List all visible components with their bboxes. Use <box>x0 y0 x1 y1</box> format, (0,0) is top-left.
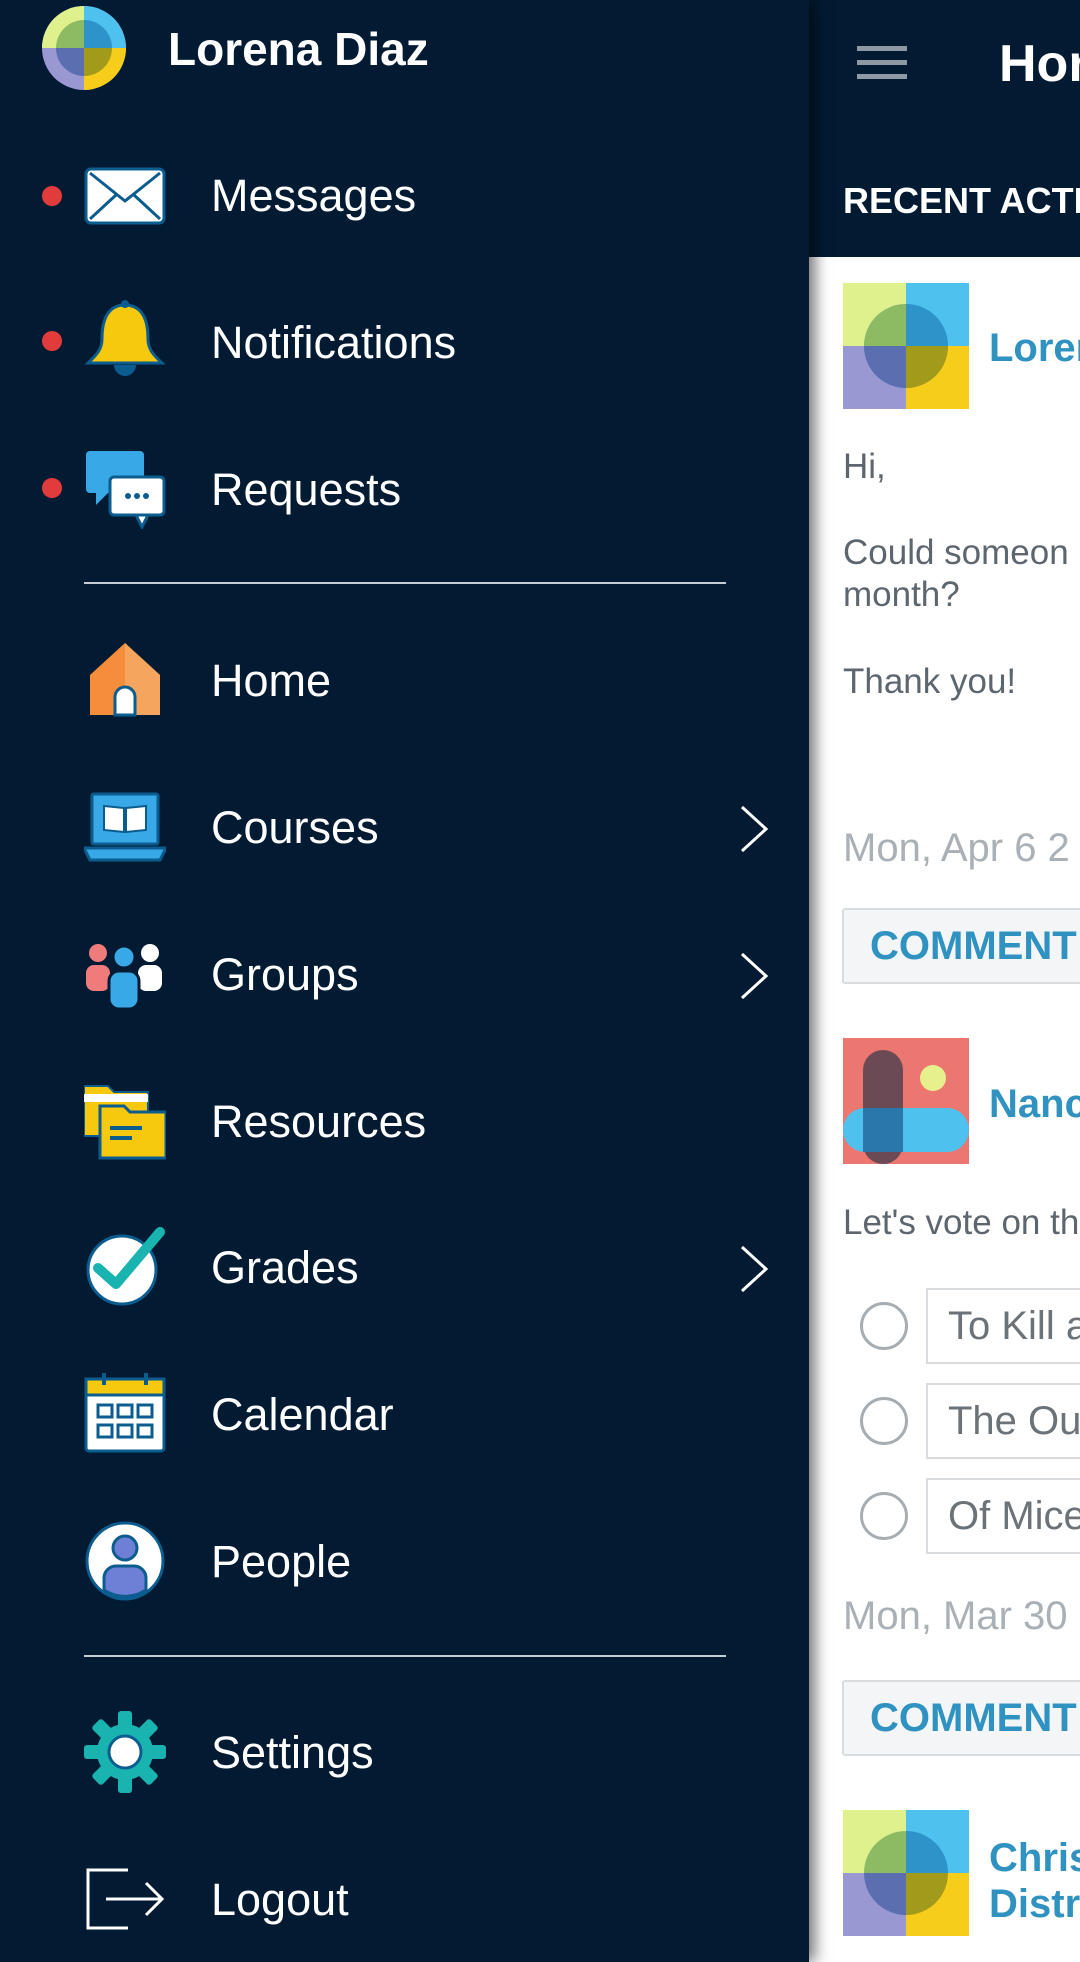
user-name: Lorena Diaz <box>168 23 429 75</box>
nav-item-home[interactable]: Home <box>0 620 809 740</box>
poll-option[interactable]: Of Mice <box>926 1478 1080 1554</box>
drawer-user-header[interactable]: Lorena Diaz <box>0 0 809 100</box>
nav-item-resources[interactable]: Resources <box>0 1061 809 1181</box>
poll-radio-button[interactable] <box>860 1492 908 1540</box>
laptop-book-icon <box>84 786 166 868</box>
comment-button-label: COMMENT <box>870 1696 1077 1740</box>
section-title: RECENT ACTIV <box>843 180 1080 221</box>
comment-button[interactable]: COMMENT <box>842 908 1080 984</box>
nav-item-people[interactable]: People <box>0 1501 809 1621</box>
comment-button[interactable]: COMMENT <box>842 1680 1080 1756</box>
post-author-name[interactable]: Distr <box>989 1880 1080 1928</box>
post-author-name[interactable]: Nanc <box>989 1080 1080 1128</box>
nav-label: Home <box>211 655 332 706</box>
nav-label: Logout <box>211 1874 349 1925</box>
gear-icon <box>84 1711 166 1793</box>
nav-label: Settings <box>211 1727 374 1778</box>
poll-option-label: The Ou <box>948 1399 1080 1443</box>
chevron-right-icon[interactable] <box>736 804 772 854</box>
poll-radio-button[interactable] <box>860 1302 908 1350</box>
poll-option[interactable]: To Kill a <box>926 1288 1080 1364</box>
nav-label: Grades <box>211 1242 359 1293</box>
nav-item-messages[interactable]: Messages <box>0 136 809 256</box>
post-date: Mon, Mar 30 <box>843 1594 1068 1638</box>
people-group-icon <box>84 933 166 1015</box>
house-icon <box>84 639 166 721</box>
section-header: RECENT ACTIV <box>809 132 1080 257</box>
post-author-name[interactable]: Lorer <box>989 324 1080 372</box>
nav-item-grades[interactable]: Grades <box>0 1207 809 1327</box>
nav-item-settings[interactable]: Settings <box>0 1692 809 1812</box>
comment-button-label: COMMENT <box>870 924 1077 968</box>
page-title: Hor <box>999 35 1080 93</box>
nav-label: Requests <box>211 464 402 515</box>
nav-item-courses[interactable]: Courses <box>0 767 809 887</box>
navigation-drawer: Lorena Diaz Messages Notifications Reque… <box>0 0 809 1962</box>
app-bar: Hor <box>809 0 1080 132</box>
nav-label: Messages <box>211 170 417 221</box>
nav-item-requests[interactable]: Requests <box>0 429 809 549</box>
bell-icon <box>84 299 166 381</box>
unread-dot <box>42 186 62 206</box>
nav-item-groups[interactable]: Groups <box>0 914 809 1034</box>
drawer-divider <box>84 1655 726 1657</box>
poll-option-label: Of Mice <box>948 1494 1080 1538</box>
unread-dot <box>42 331 62 351</box>
poll-radio-button[interactable] <box>860 1397 908 1445</box>
chevron-right-icon[interactable] <box>736 1244 772 1294</box>
nav-label: Notifications <box>211 317 457 368</box>
post-author-name[interactable]: Chris <box>989 1834 1080 1882</box>
nav-item-calendar[interactable]: Calendar <box>0 1354 809 1474</box>
nav-label: Courses <box>211 802 379 853</box>
main-content: Hor RECENT ACTIV Lorer Hi, Could someon … <box>809 0 1080 1962</box>
nav-item-notifications[interactable]: Notifications <box>0 283 809 403</box>
poll-option-label: To Kill a <box>948 1304 1080 1348</box>
drawer-divider <box>84 582 726 584</box>
person-icon <box>84 1520 166 1602</box>
folders-icon <box>84 1080 166 1162</box>
poll-option[interactable]: The Ou <box>926 1383 1080 1459</box>
envelope-icon <box>84 155 166 237</box>
logout-icon <box>84 1858 166 1940</box>
user-avatar[interactable] <box>42 6 126 90</box>
calendar-icon <box>84 1373 166 1455</box>
checkmark-circle-icon <box>84 1226 166 1308</box>
nav-item-logout[interactable]: Logout <box>0 1839 809 1959</box>
post-date: Mon, Apr 6 2 <box>843 826 1070 870</box>
post-text-line: Let's vote on th <box>843 1203 1080 1242</box>
post-text-line: Could someon <box>843 533 1069 572</box>
hamburger-menu-icon[interactable] <box>857 46 907 80</box>
post-text-line: Hi, <box>843 447 886 486</box>
nav-label: Resources <box>211 1096 427 1147</box>
post-text-line: Thank you! <box>843 662 1017 701</box>
nav-label: Groups <box>211 949 359 1000</box>
chevron-right-icon[interactable] <box>736 951 772 1001</box>
nav-label: People <box>211 1536 352 1587</box>
chat-bubbles-icon <box>84 447 166 529</box>
post-text-line: month? <box>843 575 960 614</box>
nav-label: Calendar <box>211 1389 394 1440</box>
unread-dot <box>42 478 62 498</box>
